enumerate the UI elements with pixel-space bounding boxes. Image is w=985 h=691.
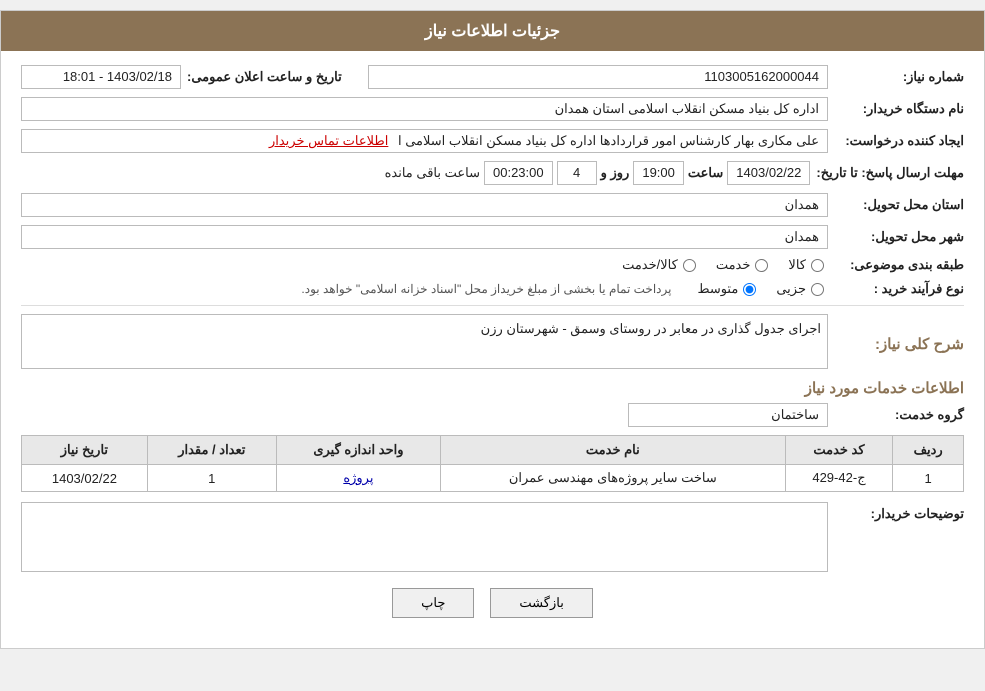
col-date: تاریخ نیاز	[22, 436, 148, 465]
col-qty: تعداد / مقدار	[147, 436, 276, 465]
service-group-value: ساختمان	[628, 403, 828, 427]
back-button[interactable]: بازگشت	[490, 588, 592, 618]
deadline-label: مهلت ارسال پاسخ: تا تاریخ:	[816, 165, 964, 181]
col-name: نام خدمت	[441, 436, 786, 465]
col-unit: واحد اندازه گیری	[276, 436, 440, 465]
deadline-time-label: ساعت	[688, 165, 723, 181]
city-value: همدان	[21, 225, 828, 249]
cell-row: 1	[893, 465, 964, 492]
description-textarea: اجرای جدول گذاری در معابر در روستای وسمق…	[21, 314, 828, 369]
deadline-remaining: 00:23:00	[484, 161, 553, 185]
requester-row: نام دستگاه خریدار: اداره کل بنیاد مسکن ا…	[21, 97, 964, 121]
radio-kala-label: کالا	[788, 257, 806, 273]
city-label: شهر محل تحویل:	[834, 229, 964, 245]
radio-kala-khedmat[interactable]	[683, 259, 696, 272]
radio-kala-khedmat-label: کالا/خدمت	[622, 257, 678, 273]
province-label: استان محل تحویل:	[834, 197, 964, 213]
creator-link[interactable]: اطلاعات تماس خریدار	[269, 133, 388, 148]
service-group-label: گروه خدمت:	[834, 407, 964, 423]
deadline-date: 1403/02/22	[727, 161, 810, 185]
requester-value: اداره کل بنیاد مسکن انقلاب اسلامی استان …	[21, 97, 828, 121]
creator-row: ایجاد کننده درخواست: علی مکاری بهار کارش…	[21, 129, 964, 153]
radio-kala[interactable]	[811, 259, 824, 272]
province-row: استان محل تحویل: همدان	[21, 193, 964, 217]
cell-qty: 1	[147, 465, 276, 492]
deadline-days-label: روز و	[601, 165, 630, 181]
deadline-row: مهلت ارسال پاسخ: تا تاریخ: 1403/02/22 سا…	[21, 161, 964, 185]
creator-value: علی مکاری بهار کارشناس امور قراردادها اد…	[21, 129, 828, 153]
cell-date: 1403/02/22	[22, 465, 148, 492]
table-row: 1 ج-42-429 ساخت سایر پروژه‌های مهندسی عم…	[22, 465, 964, 492]
city-row: شهر محل تحویل: همدان	[21, 225, 964, 249]
radio-khedmat-label: خدمت	[716, 257, 751, 273]
deadline-time: 19:00	[633, 161, 684, 185]
col-code: کد خدمت	[785, 436, 893, 465]
category-row: طبقه بندی موضوعی: کالا خدمت کالا/خدمت	[21, 257, 964, 273]
services-table: ردیف کد خدمت نام خدمت واحد اندازه گیری ت…	[21, 435, 964, 492]
buyer-notes-label: توضیحات خریدار:	[834, 502, 964, 522]
creator-name: علی مکاری بهار کارشناس امور قراردادها اد…	[398, 133, 819, 148]
radio-motovaset-label: متوسط	[697, 281, 738, 297]
process-note: پرداخت تمام یا بخشی از مبلغ خریداز محل "…	[301, 282, 671, 296]
category-label: طبقه بندی موضوعی:	[834, 257, 964, 273]
radio-motovaset[interactable]	[743, 283, 756, 296]
deadline-days: 4	[557, 161, 597, 185]
page-title: جزئیات اطلاعات نیاز	[1, 11, 984, 51]
process-label: نوع فرآیند خرید :	[834, 281, 964, 297]
cell-name: ساخت سایر پروژه‌های مهندسی عمران	[441, 465, 786, 492]
deadline-remaining-label: ساعت باقی مانده	[385, 165, 480, 181]
cell-code: ج-42-429	[785, 465, 893, 492]
buyer-notes-section: توضیحات خریدار:	[21, 502, 964, 572]
need-number-label: شماره نیاز:	[834, 69, 964, 85]
announce-label: تاریخ و ساعت اعلان عمومی:	[187, 69, 342, 85]
need-number-value: 1103005162000044	[368, 65, 828, 89]
cell-unit: پروژه	[276, 465, 440, 492]
creator-label: ایجاد کننده درخواست:	[834, 133, 964, 149]
announce-value: 1403/02/18 - 18:01	[21, 65, 181, 89]
process-row: نوع فرآیند خرید : جزیی متوسط پرداخت تمام…	[21, 281, 964, 297]
top-info-row: شماره نیاز: 1103005162000044 تاریخ و ساع…	[21, 65, 964, 89]
province-value: همدان	[21, 193, 828, 217]
description-section: شرح کلی نیاز: اجرای جدول گذاری در معابر …	[21, 314, 964, 369]
print-button[interactable]: چاپ	[392, 588, 474, 618]
description-section-title: شرح کلی نیاز:	[834, 335, 964, 353]
col-row: ردیف	[893, 436, 964, 465]
buyer-notes-textarea[interactable]	[21, 502, 828, 572]
service-info-title: اطلاعات خدمات مورد نیاز	[21, 379, 964, 397]
radio-jozvi[interactable]	[811, 283, 824, 296]
action-buttons: بازگشت چاپ	[21, 588, 964, 618]
requester-label: نام دستگاه خریدار:	[834, 101, 964, 117]
radio-khedmat[interactable]	[755, 259, 768, 272]
service-group-row: گروه خدمت: ساختمان	[21, 403, 964, 427]
radio-jozvi-label: جزیی	[776, 281, 806, 297]
